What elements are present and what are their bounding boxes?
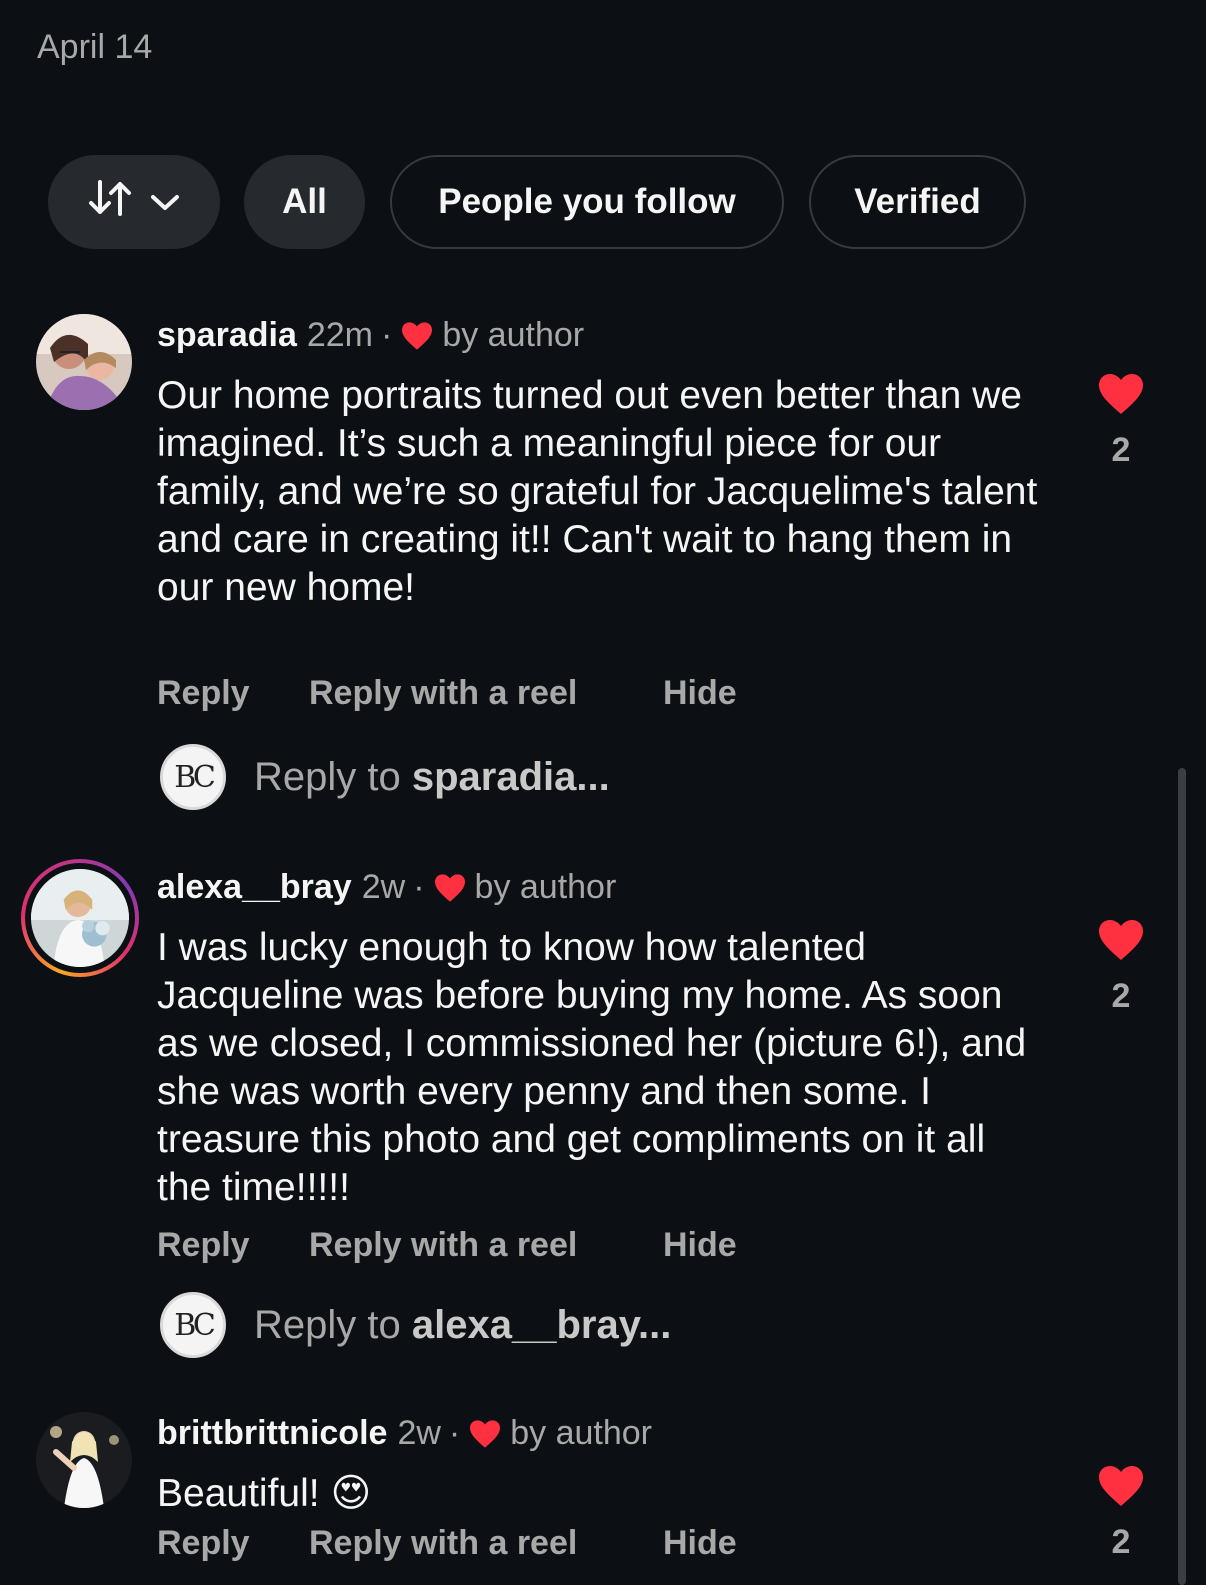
commenter-avatar[interactable] [36,314,132,410]
reply-with-reel-button[interactable]: Reply with a reel [309,1524,663,1563]
separator-dot: · [381,316,393,354]
heart-icon [400,321,434,351]
like-count: 2 [1111,977,1131,1015]
comment-time: 2w [361,868,406,906]
liked-by-author-label: by author [442,316,585,354]
comment-meta: sparadia 22m · by author [157,316,584,355]
comments-screen: April 14 All People you follow Verified [0,0,1206,1585]
reply-with-reel-button[interactable]: Reply with a reel [309,674,663,713]
reply-button[interactable]: Reply [157,674,309,713]
like-column: 2 [1090,1464,1152,1562]
hide-button[interactable]: Hide [663,1226,737,1265]
filter-all[interactable]: All [244,155,365,249]
comment-text: Beautiful! 😍 [157,1472,372,1515]
heart-icon[interactable] [1097,374,1145,420]
reply-input-row[interactable]: BC Reply to alexa__bray... [160,1292,671,1358]
like-column: 2 [1090,372,1152,470]
reply-with-reel-button[interactable]: Reply with a reel [309,1226,663,1265]
liked-by-author-label: by author [474,868,617,906]
commenter-avatar[interactable] [36,1412,132,1508]
sort-button[interactable] [48,155,220,249]
comment-text: Our home portraits turned out even bette… [157,374,1038,609]
comment-username[interactable]: sparadia [157,316,297,355]
hide-button[interactable]: Hide [663,1524,737,1563]
separator-dot: · [448,1414,461,1452]
my-avatar: BC [160,1292,226,1358]
post-date: April 14 [37,28,153,66]
reply-button[interactable]: Reply [157,1226,309,1265]
comment-actions: Reply Reply with a reel Hide [157,1524,737,1563]
heart-icon[interactable] [1097,1466,1145,1512]
comment-username[interactable]: alexa__bray [157,868,352,907]
like-count: 2 [1111,431,1131,469]
comment-text: I was lucky enough to know how talented … [157,926,1027,1209]
scrollbar[interactable] [1178,768,1186,1585]
reply-placeholder[interactable]: Reply to alexa__bray... [254,1303,671,1348]
filter-verified[interactable]: Verified [809,155,1026,249]
like-column: 2 [1090,918,1152,1016]
comment-actions: Reply Reply with a reel Hide [157,1226,737,1265]
separator-dot: · [413,868,425,906]
comment-time: 22m [306,316,373,354]
hide-button[interactable]: Hide [663,674,737,713]
reply-button[interactable]: Reply [157,1524,309,1563]
comment-meta: alexa__bray 2w · by author [157,868,616,907]
comment-username[interactable]: brittbrittnicole [157,1414,387,1453]
heart-icon[interactable] [1097,920,1145,966]
liked-by-author-label: by author [510,1414,652,1452]
like-count: 2 [1111,1523,1131,1561]
heart-icon [468,1419,502,1449]
comment-meta: brittbrittnicole 2w · by author [157,1414,652,1453]
commenter-avatar [31,869,129,967]
reply-input-row[interactable]: BC Reply to sparadia... [160,744,610,810]
story-ring[interactable] [21,859,139,977]
comment-actions: Reply Reply with a reel Hide [157,674,737,713]
chevron-down-icon [150,182,180,222]
comment-time: 2w [397,1414,441,1452]
my-avatar: BC [160,744,226,810]
reply-placeholder[interactable]: Reply to sparadia... [254,755,610,800]
heart-icon [433,873,467,903]
filter-people-you-follow[interactable]: People you follow [390,155,784,249]
sort-arrows-icon [88,178,132,227]
truncated-caption [36,0,756,4]
